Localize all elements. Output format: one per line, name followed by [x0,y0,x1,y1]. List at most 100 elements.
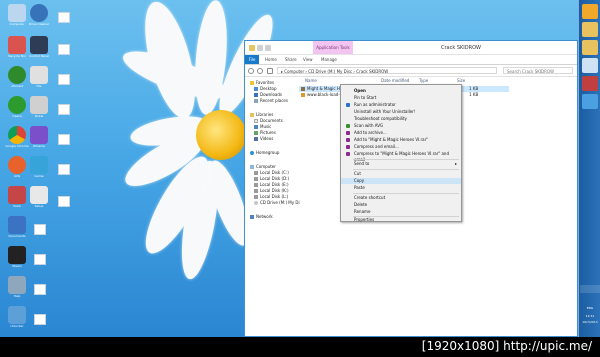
menu-item-copy[interactable]: Copy [341,178,461,184]
desktop-icon-file[interactable]: File [22,66,56,88]
file-icon[interactable] [58,12,70,23]
column-header-size[interactable]: Size [457,78,465,83]
shortcut-icon [301,87,305,91]
tab-home[interactable]: Home [265,57,277,62]
menu-item-scan-avg[interactable]: Scan with AVG [341,123,461,129]
menu-item-compress-email[interactable]: Compress and email... [341,144,461,150]
file-icon[interactable] [58,196,70,207]
menu-item-create-shortcut[interactable]: Create shortcut [341,195,461,201]
nav-disk-e[interactable]: Local Disk (E:) [254,182,289,187]
menu-item-run-as-admin[interactable]: Run as administrator [341,102,461,108]
nav-desktop[interactable]: Desktop [254,86,277,91]
documents-icon [8,216,26,234]
menu-separator [353,169,459,170]
nav-disk-k[interactable]: Local Disk (K:) [254,188,289,193]
drive-icon [254,189,258,193]
taskbar-app-explorer[interactable] [582,22,598,37]
desktop-icon-help[interactable]: Help [0,276,34,298]
menu-item-paste[interactable]: Paste [341,185,461,191]
tab-share[interactable]: Share [285,57,297,62]
nav-favorites[interactable]: Favorites [250,80,274,85]
menu-item-open[interactable]: Open [341,88,461,94]
back-icon[interactable] [248,68,254,74]
nav-videos[interactable]: Videos [254,136,273,141]
quick-access-icon[interactable] [265,45,271,51]
nav-cd-drive[interactable]: CD Drive (M:) My Di [254,200,300,205]
menu-item-add-archive[interactable]: Add to archive... [341,130,461,136]
menu-item-properties[interactable]: Properties [341,214,461,222]
column-header-date[interactable]: Date modified [381,78,409,83]
desktop-icon-unlocker[interactable]: Unlocker [0,306,34,328]
tab-file[interactable]: File [245,55,259,64]
nav-libraries[interactable]: Libraries [250,112,273,117]
desktop-icon-nokia[interactable]: Nokia [22,96,56,118]
nav-computer[interactable]: Computer [250,164,276,169]
desktop-icon-game[interactable]: Game [22,156,56,178]
file-icon[interactable] [58,134,70,145]
desktop-icon-drive-cleaner[interactable]: Drive Cleaner [22,4,56,26]
taskbar-app-window[interactable] [582,58,598,73]
menu-separator [353,193,459,194]
up-icon[interactable] [267,68,273,74]
nav-documents[interactable]: Documents [254,118,283,123]
menu-item-pin-to-start[interactable]: Pin to Start [341,95,461,101]
nav-pictures[interactable]: Pictures [254,130,276,135]
file-icon[interactable] [34,254,46,265]
menu-item-send-to[interactable]: Send to ▸ [341,161,461,167]
nav-homegroup[interactable]: Homegroup [250,150,279,155]
star-icon [250,81,254,85]
application-tools-tab[interactable]: Application Tools [313,41,353,54]
nokia-icon [30,96,48,114]
computer-icon [250,165,254,169]
desktop-icon-documents[interactable]: Documents [0,216,34,238]
file-icon[interactable] [58,164,70,175]
menu-item-troubleshoot[interactable]: Troubleshoot compatibility [341,116,461,122]
taskbar-app-files[interactable] [582,40,598,55]
control-panel-icon [30,36,48,54]
file-icon[interactable] [58,44,70,55]
file-icon[interactable] [58,104,70,115]
address-bar[interactable]: ▸ Computer › CD Drive (M:) My Disc › Cra… [277,67,497,74]
clock-date[interactable]: 16/7/2013 [580,320,600,324]
rar-icon [346,131,350,135]
desktop-icon-winamp[interactable]: Winamp [22,126,56,148]
menu-item-add-to-rar[interactable]: Add to "Might & Magic Heroes VI.rar" [341,137,461,143]
nav-downloads[interactable]: Downloads [254,92,282,97]
menu-item-cut[interactable]: Cut [341,171,461,177]
nav-disk-l[interactable]: Local Disk (L:) [254,194,288,199]
tray-icons[interactable] [580,285,600,293]
column-header-type[interactable]: Type [419,78,428,83]
quick-access-icon[interactable] [257,45,263,51]
file-icon[interactable] [34,224,46,235]
nav-disk-c[interactable]: Local Disk (C:) [254,170,289,175]
search-input[interactable]: Search Crack SKIDROW [503,67,573,74]
language-indicator[interactable]: ENG [580,306,600,310]
taskbar-app-media[interactable] [582,94,598,109]
menu-item-uninstall[interactable]: Uninstall with Your Uninstaller! [341,109,461,115]
nav-network[interactable]: Network [250,214,273,219]
title-bar[interactable]: Application Tools Crack SKIDROW [245,41,577,55]
desktop-icon-steam[interactable]: Steam [0,246,34,268]
desktop-icon-setup[interactable]: Setup [22,186,56,208]
menu-item-compress-rar-email[interactable]: Compress to "Might & Magic Heroes VI.rar… [341,151,461,162]
forward-icon[interactable] [257,68,263,74]
menu-separator [353,159,459,160]
help-icon [8,276,26,294]
file-icon[interactable] [58,74,70,85]
file-icon[interactable] [34,314,46,325]
link-icon [301,93,305,97]
taskbar-app-browser[interactable] [582,76,598,91]
nav-music[interactable]: Music [254,124,271,129]
tab-manage[interactable]: Manage [321,57,337,62]
tab-view[interactable]: View [303,57,313,62]
nav-recent[interactable]: Recent places [254,98,288,103]
desktop-icon-control-panel[interactable]: Control Panel [22,36,56,58]
file-icon[interactable] [34,284,46,295]
taskbar-app-game[interactable] [582,4,598,19]
clock-time[interactable]: 14:31 [580,314,600,318]
steam-icon [8,246,26,264]
column-header-name[interactable]: Name [305,78,317,83]
music-icon [254,125,258,129]
menu-item-delete[interactable]: Delete [341,202,461,208]
nav-disk-d[interactable]: Local Disk (D:) [254,176,289,181]
